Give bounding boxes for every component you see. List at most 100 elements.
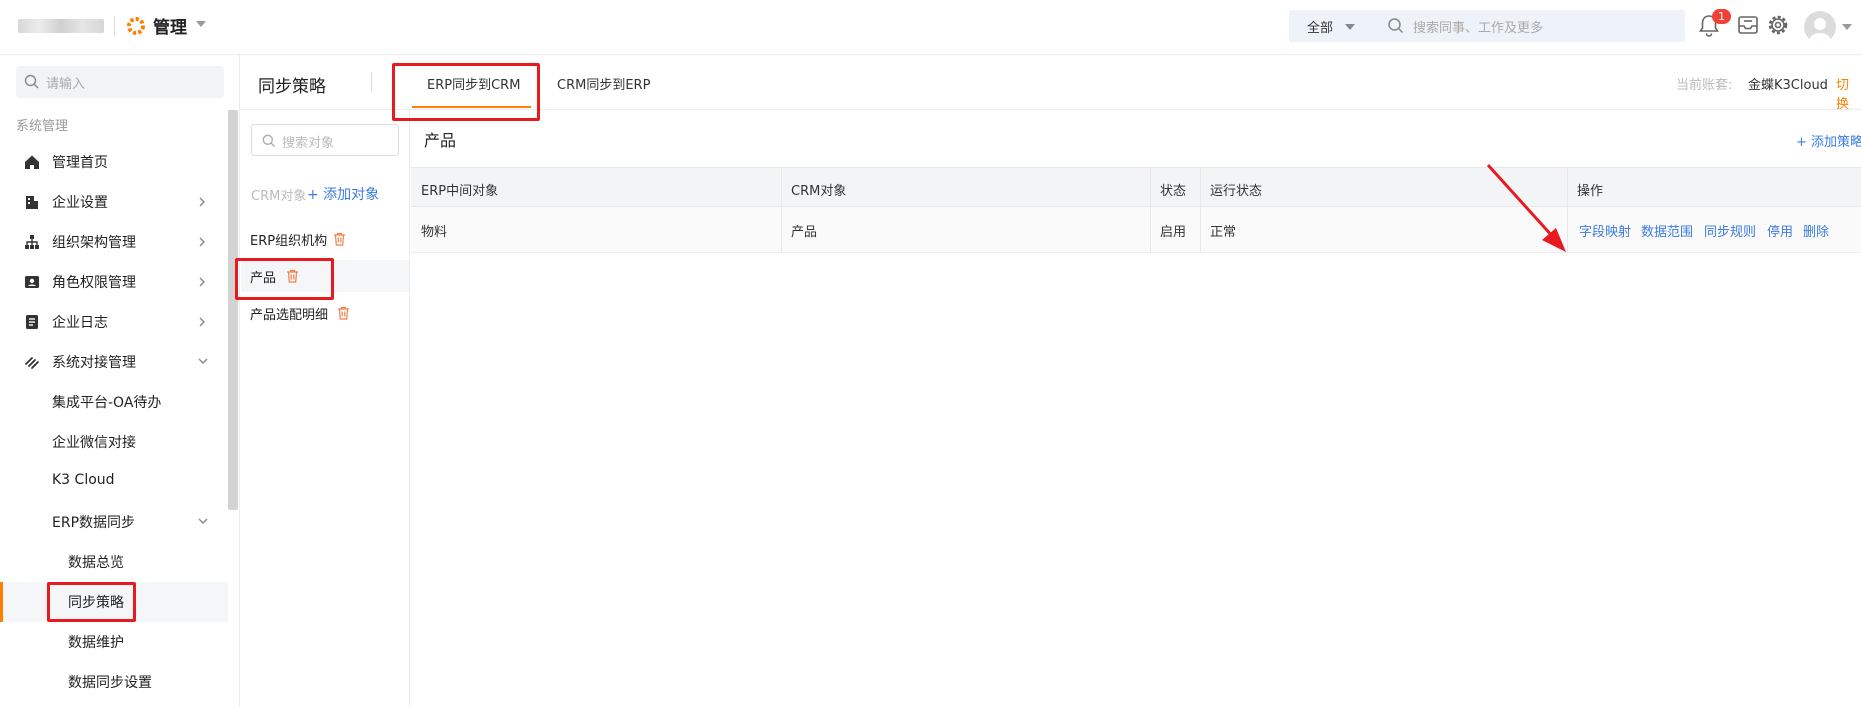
avatar[interactable] (1804, 11, 1836, 43)
search-icon (262, 134, 275, 147)
sidebar-item-enterprise-settings[interactable]: 企业设置 (0, 182, 228, 222)
sidebar-item-label: 管理首页 (52, 155, 108, 171)
column-divider (1200, 167, 1201, 253)
chevron-right-icon (199, 317, 205, 327)
chevron-down-icon (198, 358, 208, 364)
cell-crm-object: 产品 (791, 225, 818, 240)
sidebar-item-enterprise-log[interactable]: 企业日志 (0, 302, 228, 342)
gear-brand-icon (127, 17, 145, 35)
sidebar-item-label: 角色权限管理 (52, 275, 136, 291)
data-range-link[interactable]: 数据范围 (1641, 221, 1693, 240)
object-item-erp-org[interactable]: ERP组织机构 (241, 223, 409, 255)
sync-rules-link[interactable]: 同步规则 (1704, 221, 1756, 240)
link-icon (25, 357, 39, 369)
disable-link[interactable]: 停用 (1767, 221, 1793, 240)
content-title: 产品 (424, 131, 457, 150)
sidebar-item-data-overview[interactable]: 数据总览 (0, 542, 228, 582)
object-item-product-config[interactable]: 产品选配明细 (241, 297, 409, 329)
app-title[interactable]: 管理 (153, 13, 187, 38)
highlight-box (235, 258, 334, 300)
sidebar-section-label: 系统管理 (16, 119, 69, 134)
chevron-down-icon[interactable] (1345, 24, 1355, 30)
sidebar-item-label: 系统对接管理 (52, 355, 136, 371)
org-chart-icon (25, 235, 39, 249)
object-item-label: ERP组织机构 (250, 234, 328, 249)
sidebar-item-label: 数据同步设置 (68, 675, 152, 691)
inbox-icon[interactable] (1736, 13, 1760, 37)
column-header: 操作 (1577, 184, 1604, 199)
sidebar-item-label: ERP数据同步 (52, 515, 136, 531)
object-search-placeholder: 搜索对象 (282, 136, 335, 151)
object-search-input[interactable]: 搜索对象 (251, 124, 399, 156)
search-input[interactable]: 搜索同事、工作及更多 (1413, 17, 1543, 36)
field-mapping-link[interactable]: 字段映射 (1579, 221, 1631, 240)
highlight-box (392, 63, 540, 121)
highlight-box (47, 582, 136, 622)
trash-icon[interactable] (333, 232, 346, 246)
arrow-annotation-icon (1486, 163, 1566, 252)
document-icon (26, 315, 38, 329)
column-divider (1150, 167, 1151, 253)
search-scope-select[interactable]: 全部 (1307, 17, 1333, 36)
column-divider (781, 167, 782, 253)
sidebar-item-label: 组织架构管理 (52, 235, 136, 251)
chevron-down-icon (198, 518, 208, 524)
global-search[interactable]: 全部 搜索同事、工作及更多 (1289, 10, 1685, 42)
switch-account-link[interactable]: 切换 (1836, 74, 1861, 112)
sidebar-item-k3-cloud[interactable]: K3 Cloud (0, 462, 228, 502)
delete-link[interactable]: 删除 (1803, 221, 1829, 240)
account-set-label: 当前账套: (1676, 78, 1733, 93)
sidebar-item-label: K3 Cloud (52, 472, 115, 488)
sidebar-item-label: 数据维护 (68, 635, 124, 651)
column-header: ERP中间对象 (421, 184, 499, 199)
chevron-right-icon (199, 277, 205, 287)
table-header: ERP中间对象 CRM对象 状态 运行状态 操作 (411, 167, 1861, 207)
column-header: 状态 (1160, 184, 1187, 199)
sidebar-item-label: 企业日志 (52, 315, 108, 331)
app-switch-caret-icon[interactable] (196, 21, 206, 27)
sidebar-item-home[interactable]: 管理首页 (0, 142, 228, 182)
notification-badge: 1 (1712, 9, 1731, 24)
chevron-right-icon (199, 197, 205, 207)
trash-icon[interactable] (337, 306, 350, 320)
sidebar-item-label: 集成平台-OA待办 (52, 395, 162, 411)
account-set-name: 金蝶K3Cloud (1748, 78, 1828, 93)
sidebar-item-data-maintenance[interactable]: 数据维护 (0, 622, 228, 662)
add-policy-button[interactable]: + 添加策略 (1796, 131, 1861, 150)
sidebar-search-placeholder: 请输入 (46, 77, 86, 92)
object-panel: 搜索对象 CRM对象 + 添加对象 ERP组织机构 产品 产品选配明细 (241, 110, 410, 707)
home-icon (25, 155, 39, 169)
column-header: CRM对象 (791, 184, 847, 199)
sidebar-item-oa-todo[interactable]: 集成平台-OA待办 (0, 382, 228, 422)
table-row[interactable]: 物料 产品 启用 正常 字段映射 数据范围 同步规则 停用 删除 (411, 207, 1861, 253)
search-icon (24, 74, 39, 89)
column-header: 运行状态 (1210, 184, 1263, 199)
sidebar-scrollbar[interactable] (228, 110, 238, 510)
divider (371, 72, 372, 92)
tab-crm-to-erp[interactable]: CRM同步到ERP (557, 74, 650, 93)
settings-gear-icon[interactable] (1766, 13, 1790, 37)
crm-object-label: CRM对象 (251, 189, 307, 204)
id-card-icon (25, 276, 39, 288)
sidebar-item-erp-sync[interactable]: ERP数据同步 (0, 502, 228, 542)
cell-status: 启用 (1160, 225, 1187, 240)
sidebar-search-input[interactable]: 请输入 (16, 66, 224, 98)
divider (114, 16, 115, 36)
sidebar-item-role-permissions[interactable]: 角色权限管理 (0, 262, 228, 302)
top-bar: 管理 全部 搜索同事、工作及更多 1 (0, 0, 1861, 55)
page-title: 同步策略 (258, 77, 326, 97)
sidebar-item-org-structure[interactable]: 组织架构管理 (0, 222, 228, 262)
search-icon (1388, 18, 1404, 34)
sidebar-item-sync-settings[interactable]: 数据同步设置 (0, 662, 228, 702)
company-logo[interactable] (18, 19, 104, 33)
sidebar-item-system-integration[interactable]: 系统对接管理 (0, 342, 228, 382)
chevron-right-icon (199, 237, 205, 247)
user-silhouette-icon (1809, 18, 1831, 43)
sidebar-item-wecom[interactable]: 企业微信对接 (0, 422, 228, 462)
object-item-label: 产品选配明细 (250, 308, 329, 323)
cell-erp-object: 物料 (421, 225, 448, 240)
sidebar-item-label: 数据总览 (68, 555, 124, 571)
building-icon (26, 196, 38, 209)
user-menu-caret-icon[interactable] (1842, 24, 1852, 30)
add-object-button[interactable]: + 添加对象 (307, 184, 379, 204)
